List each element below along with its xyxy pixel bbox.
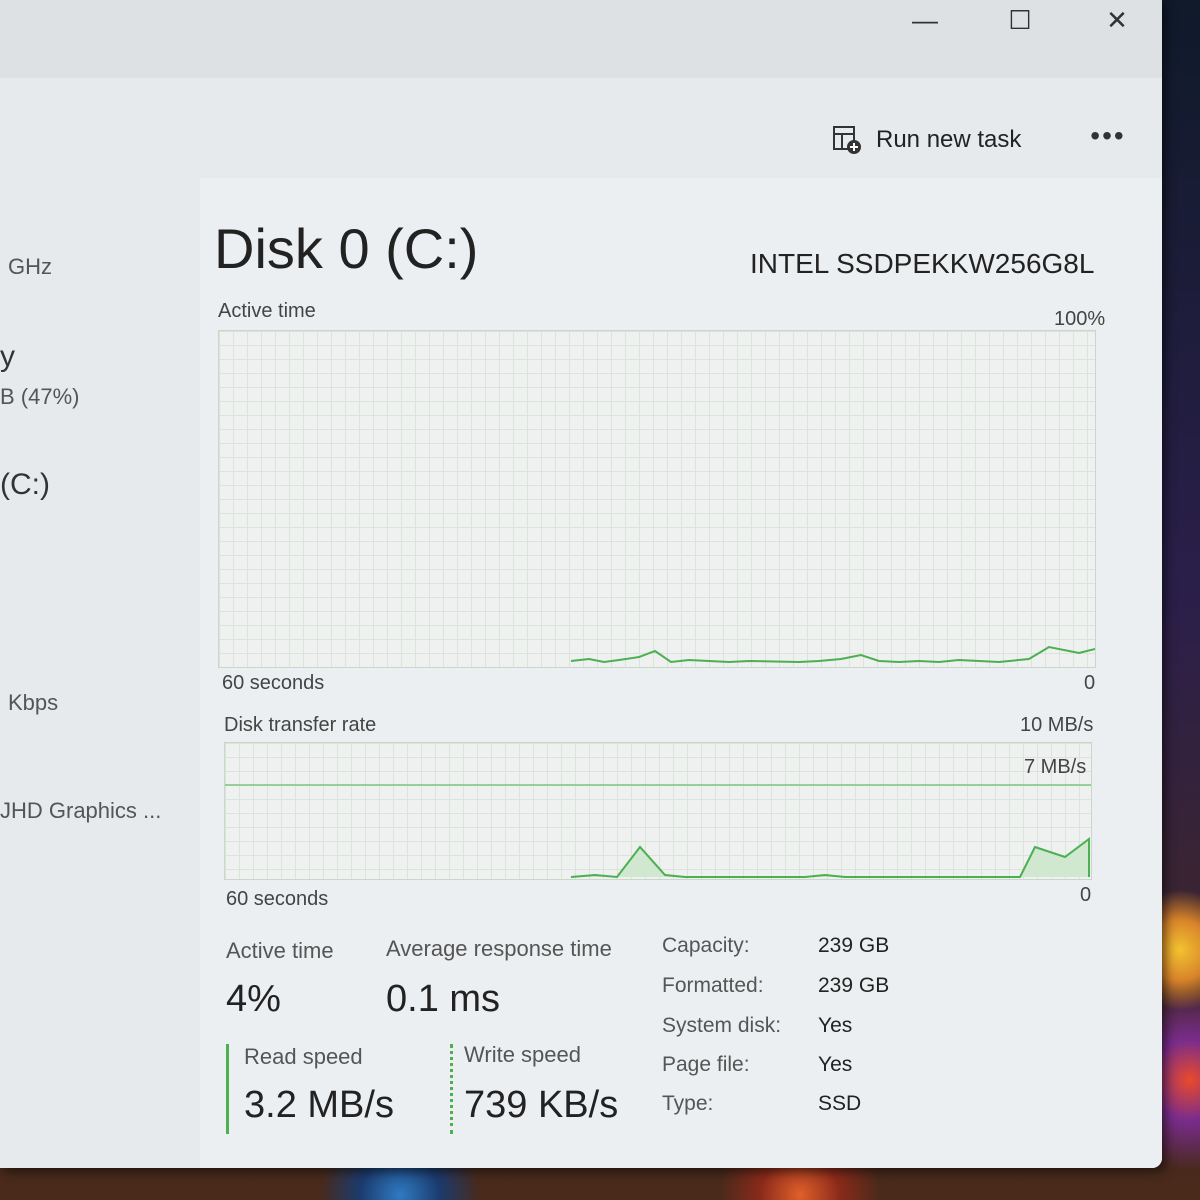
disk-details-panel: Disk 0 (C:) INTEL SSDPEKKW256G8L Active …	[200, 178, 1162, 1168]
maximize-icon: ☐	[1008, 4, 1032, 35]
run-new-task-button[interactable]: Run new task	[832, 120, 1021, 160]
page-file-label: Page file:	[662, 1053, 750, 1076]
sidebar-cpu-speed[interactable]: GHz	[8, 254, 52, 280]
read-speed-value: 3.2 MB/s	[244, 1084, 394, 1126]
transfer-graph-time: 60 seconds	[226, 888, 329, 910]
maximize-button[interactable]: ☐	[985, 0, 1055, 40]
page-file-value: Yes	[818, 1053, 853, 1076]
close-icon: ✕	[1106, 4, 1128, 35]
read-speed-indicator	[226, 1044, 229, 1134]
active-time-graph-min: 0	[1084, 672, 1096, 694]
formatted-label: Formatted:	[662, 974, 764, 997]
close-button[interactable]: ✕	[1082, 0, 1152, 40]
active-time-stat-value: 4%	[226, 978, 281, 1020]
more-options-button[interactable]: •••	[1086, 122, 1130, 156]
type-value: SSD	[818, 1092, 862, 1115]
minimize-button[interactable]: —	[890, 0, 960, 40]
sidebar-network-value[interactable]: Kbps	[8, 690, 58, 716]
capacity-label: Capacity:	[662, 934, 750, 957]
run-task-icon	[833, 126, 861, 154]
active-time-graph	[218, 330, 1096, 668]
minimize-icon: —	[912, 4, 938, 35]
task-manager-window: — ☐ ✕ Run new task ••• GHz y B (47%) (C:…	[0, 0, 1162, 1168]
transfer-graph-label: Disk transfer rate	[224, 714, 377, 736]
disk-model: INTEL SSDPEKKW256G8L	[750, 248, 1095, 279]
transfer-graph-mid: 7 MB/s	[1024, 756, 1087, 778]
write-speed-value: 739 KB/s	[464, 1084, 619, 1126]
active-time-line	[570, 645, 1095, 664]
transfer-graph-max: 10 MB/s	[1020, 714, 1094, 736]
sidebar-gpu-value[interactable]: JHD Graphics ...	[0, 798, 161, 824]
type-label: Type:	[662, 1092, 714, 1115]
capacity-value: 239 GB	[818, 934, 890, 957]
transfer-graph-min: 0	[1080, 884, 1092, 906]
sidebar-memory-title[interactable]: y	[0, 340, 15, 374]
active-time-stat-label: Active time	[226, 938, 334, 963]
run-new-task-label: Run new task	[876, 126, 1022, 153]
read-speed-label: Read speed	[244, 1044, 363, 1069]
performance-sidebar: GHz y B (47%) (C:) Kbps JHD Graphics ...	[0, 178, 200, 1168]
write-speed-indicator	[450, 1044, 453, 1134]
sidebar-disk-title[interactable]: (C:)	[0, 468, 50, 502]
avg-response-label: Average response time	[386, 936, 612, 961]
page-title: Disk 0 (C:)	[214, 217, 479, 280]
sidebar-memory-value[interactable]: B (47%)	[0, 384, 79, 410]
write-speed-label: Write speed	[464, 1042, 581, 1067]
active-time-graph-max: 100%	[1054, 308, 1106, 330]
avg-response-value: 0.1 ms	[386, 978, 501, 1020]
transfer-rate-lines	[225, 784, 1091, 879]
formatted-value: 239 GB	[818, 974, 890, 997]
active-time-graph-label: Active time	[218, 300, 316, 322]
system-disk-label: System disk:	[662, 1014, 782, 1037]
more-icon: •••	[1090, 120, 1126, 151]
transfer-rate-graph	[224, 742, 1092, 880]
active-time-graph-time: 60 seconds	[222, 672, 325, 694]
title-bar: — ☐ ✕	[0, 0, 1162, 78]
system-disk-value: Yes	[818, 1014, 853, 1037]
